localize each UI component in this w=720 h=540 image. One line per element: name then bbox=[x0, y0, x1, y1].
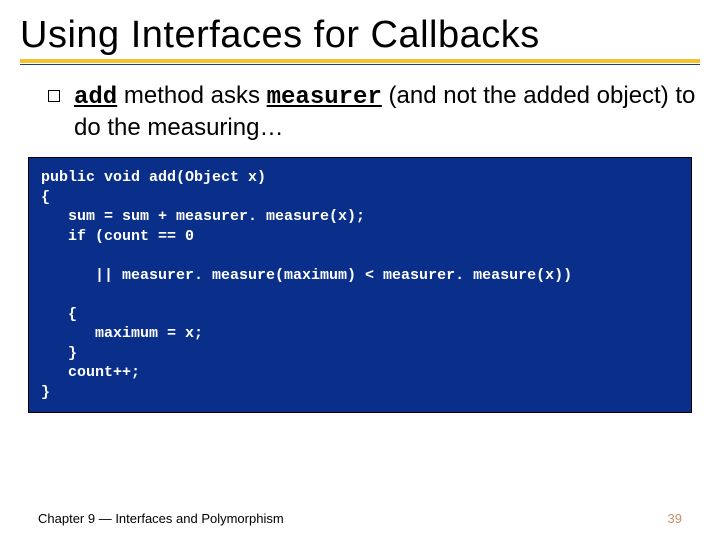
title-rule bbox=[20, 59, 700, 65]
bullet-marker-icon bbox=[48, 90, 60, 102]
bullet-text: add method asks measurer (and not the ad… bbox=[74, 81, 700, 143]
page-number: 39 bbox=[668, 511, 682, 526]
slide-footer: Chapter 9 — Interfaces and Polymorphism … bbox=[38, 511, 682, 526]
code-block: public void add(Object x) { sum = sum + … bbox=[28, 157, 692, 413]
rule-yellow bbox=[20, 59, 700, 63]
footer-chapter: Chapter 9 — Interfaces and Polymorphism bbox=[38, 511, 284, 526]
code-word-add: add bbox=[74, 84, 117, 111]
slide: Using Interfaces for Callbacks add metho… bbox=[0, 0, 720, 540]
code-word-measurer: measurer bbox=[267, 84, 382, 111]
bullet-item: add method asks measurer (and not the ad… bbox=[20, 81, 700, 143]
rule-blue bbox=[20, 64, 700, 65]
bullet-text-mid1: method asks bbox=[117, 82, 266, 109]
slide-title: Using Interfaces for Callbacks bbox=[20, 14, 700, 57]
